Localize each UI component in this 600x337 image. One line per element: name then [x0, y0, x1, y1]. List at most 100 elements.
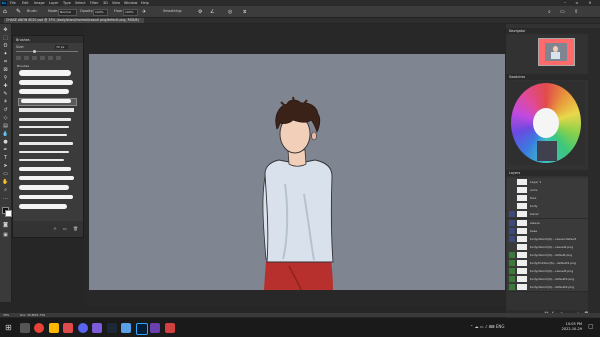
brush-stroke-preview[interactable] — [19, 142, 73, 145]
dodge-icon[interactable]: ● — [2, 139, 9, 145]
lasso-tool-icon[interactable]: ʘ — [2, 43, 9, 49]
layer-visibility-icon[interactable] — [509, 187, 515, 194]
brush-stroke-preview[interactable] — [19, 118, 71, 121]
size-slider-handle[interactable] — [33, 50, 36, 53]
brush-tool-icon[interactable]: ✎ — [16, 8, 23, 15]
screen-mode-icon[interactable]: ▣ — [2, 232, 9, 238]
layer-visibility-icon[interactable] — [509, 235, 515, 242]
tray-icons[interactable]: ⌃ ☁ ▭ ♪ ⌨ ENG — [470, 324, 504, 329]
trash-icon[interactable]: 🗑 — [73, 226, 78, 231]
frame-tool-icon[interactable]: ⊠ — [2, 67, 9, 73]
menu-window[interactable]: Window — [124, 1, 137, 5]
airbrush-icon[interactable]: ✈ — [142, 9, 148, 15]
workspace-icon[interactable]: ▭ — [560, 9, 566, 15]
layer-visibility-icon[interactable] — [509, 203, 515, 210]
opacity-input[interactable]: 100% — [93, 9, 108, 16]
gradient-icon[interactable]: ▤ — [2, 123, 9, 129]
clock[interactable]: 10:05 PM 2022-10-29 — [562, 322, 582, 332]
layer-visibility-icon[interactable] — [509, 260, 515, 266]
brush-stroke-preview[interactable] — [19, 134, 67, 136]
quick-mask-icon[interactable]: ◙ — [2, 222, 9, 228]
preset-thumb[interactable] — [16, 56, 21, 60]
layer-visibility-icon[interactable] — [509, 284, 515, 291]
brush-stroke-preview[interactable] — [19, 70, 71, 76]
zoom-icon[interactable]: ⌕ — [2, 187, 9, 193]
brush-icon[interactable]: ✎ — [2, 91, 9, 97]
app-icon[interactable] — [150, 323, 160, 333]
quick-select-icon[interactable]: ✦ — [2, 51, 9, 57]
zoom-level[interactable]: 33% — [3, 313, 9, 317]
layer-visibility-icon[interactable] — [509, 195, 515, 202]
document-canvas[interactable] — [89, 54, 505, 290]
menu-help[interactable]: Help — [141, 1, 149, 5]
size-input[interactable]: 70 px — [55, 44, 68, 49]
swatches-header[interactable]: Swatches — [506, 74, 597, 80]
pen-icon[interactable]: ✒ — [2, 147, 9, 153]
move-tool-icon[interactable]: ✥ — [2, 27, 9, 33]
symmetry-icon[interactable]: ⧖ — [243, 9, 249, 15]
pressure-icon[interactable]: ◎ — [228, 9, 234, 15]
layer-visibility-icon[interactable] — [509, 179, 515, 185]
steam-icon[interactable] — [107, 323, 117, 333]
menu-view[interactable]: View — [112, 1, 120, 5]
menu-layer[interactable]: Layer — [49, 1, 58, 5]
preset-thumb[interactable] — [24, 56, 29, 60]
app-icon[interactable] — [92, 323, 102, 333]
flow-input[interactable]: 100% — [123, 9, 138, 16]
photoshop-taskbar-icon[interactable] — [136, 323, 148, 335]
mode-select[interactable]: Normal — [58, 9, 77, 16]
eraser-icon[interactable]: ◇ — [2, 115, 9, 121]
brush-stroke-preview[interactable] — [19, 195, 73, 199]
preset-thumb[interactable] — [32, 56, 37, 60]
layer-row[interactable]: body/stand/(S)...default4.png — [507, 283, 588, 293]
marquee-tool-icon[interactable]: ⬚ — [2, 35, 9, 41]
settings-gear-icon[interactable]: ⚙ — [198, 9, 204, 15]
layer-visibility-icon[interactable] — [509, 268, 515, 275]
chrome-icon[interactable] — [34, 323, 44, 333]
brush-stroke-preview[interactable] — [19, 176, 74, 180]
menu-filter[interactable]: Filter — [90, 1, 98, 5]
windows-start-icon[interactable]: ⊞ — [5, 323, 14, 332]
blur-icon[interactable]: 💧 — [2, 131, 9, 137]
menu-3d[interactable]: 3D — [103, 1, 108, 5]
menu-image[interactable]: Image — [34, 1, 45, 5]
layer-visibility-icon[interactable] — [509, 211, 515, 218]
layers-header[interactable]: Layers — [506, 170, 597, 176]
document-tab[interactable]: CHASE ANON 8020.psd @ 33% (body/stand/no… — [4, 18, 144, 23]
background-color[interactable] — [5, 210, 12, 217]
new-brush-icon[interactable]: ＋ — [53, 226, 58, 231]
layer-visibility-icon[interactable] — [509, 219, 515, 226]
menu-type[interactable]: Type — [63, 1, 71, 5]
app-icon[interactable] — [63, 323, 73, 333]
more-tools-icon[interactable]: … — [2, 195, 9, 201]
brush-stroke-preview[interactable] — [19, 204, 67, 209]
discord-icon[interactable] — [78, 323, 88, 333]
brush-stroke-preview[interactable] — [19, 126, 69, 128]
preset-thumb[interactable] — [40, 56, 45, 60]
layer-visibility-icon[interactable] — [509, 243, 515, 250]
rectangle-icon[interactable]: ▭ — [2, 171, 9, 177]
layer-visibility-icon[interactable] — [509, 227, 515, 234]
share-icon[interactable]: ⇪ — [574, 9, 580, 15]
folder-icon[interactable]: ▭ — [63, 226, 68, 231]
brush-stroke-preview[interactable] — [21, 99, 71, 103]
brush-stroke-preview[interactable] — [19, 167, 71, 171]
crop-tool-icon[interactable]: ⌗ — [2, 59, 9, 65]
preset-thumb[interactable] — [56, 56, 61, 60]
size-slider[interactable] — [16, 51, 78, 52]
menu-edit[interactable]: Edit — [22, 1, 29, 5]
hand-icon[interactable]: ✋ — [2, 179, 9, 185]
navigator-thumbnail[interactable] — [538, 38, 575, 66]
swatches-grid[interactable] — [507, 81, 585, 165]
menu-file[interactable]: File — [10, 1, 16, 5]
type-icon[interactable]: T — [2, 155, 9, 161]
app-icon[interactable] — [165, 323, 175, 333]
brush-stroke-preview[interactable] — [19, 185, 69, 190]
navigator-header[interactable]: Navigator — [506, 28, 597, 34]
eyedropper-icon[interactable]: ⚲ — [2, 75, 9, 81]
layer-visibility-icon[interactable] — [509, 276, 515, 283]
healing-brush-icon[interactable]: ✚ — [2, 83, 9, 89]
search-icon[interactable]: ⌕ — [548, 9, 554, 15]
brush-stroke-preview[interactable] — [19, 89, 69, 94]
brush-stroke-preview[interactable] — [19, 151, 69, 153]
